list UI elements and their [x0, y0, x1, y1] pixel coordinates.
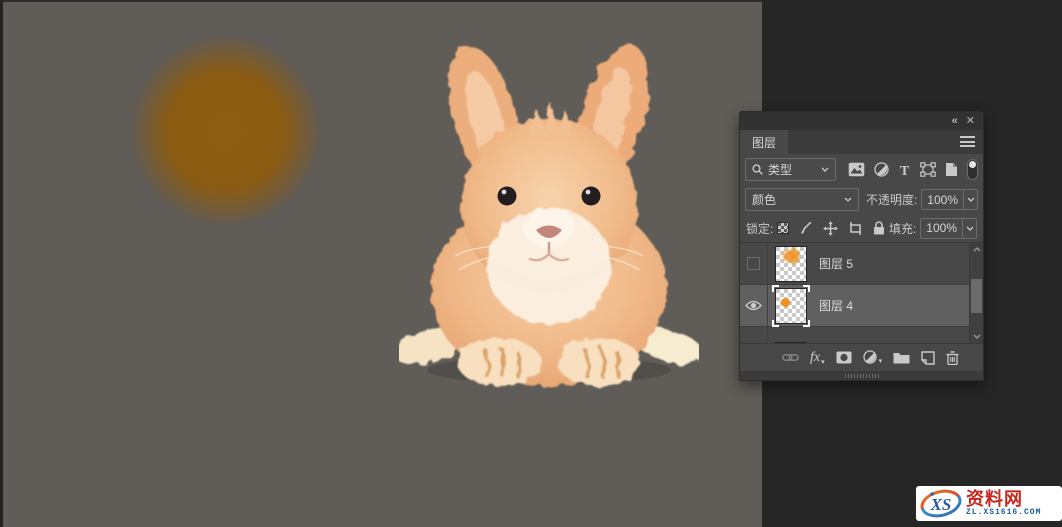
link-layers-icon[interactable]	[782, 353, 799, 362]
filter-toggle-switch[interactable]	[967, 159, 978, 180]
collapse-panel-icon[interactable]: «	[952, 116, 956, 127]
layers-scrollbar[interactable]	[969, 243, 983, 343]
opacity-field[interactable]: 100%	[921, 189, 978, 210]
opacity-value[interactable]: 100%	[922, 193, 963, 207]
new-layer-icon[interactable]	[921, 351, 935, 365]
lock-artboard-icon[interactable]	[848, 222, 863, 235]
delete-layer-trash-icon[interactable]	[946, 351, 959, 365]
panel-body: 类型 T	[740, 154, 983, 380]
new-group-folder-icon[interactable]	[893, 351, 910, 364]
layers-list: 图层 5 图层 4	[740, 242, 983, 343]
new-adjustment-layer-icon[interactable]: ▾	[863, 350, 883, 365]
filter-adjustment-layers-icon[interactable]	[874, 162, 889, 177]
filter-pixel-layers-icon[interactable]	[848, 162, 865, 177]
rabbit-image	[399, 18, 699, 390]
document-canvas[interactable]	[3, 2, 762, 527]
filter-type-layers-icon[interactable]: T	[898, 163, 911, 177]
tab-layers[interactable]: 图层	[740, 130, 788, 154]
layer-thumbnail[interactable]	[775, 246, 807, 282]
layer-name: 图层 5	[819, 255, 853, 272]
layer-thumbnail[interactable]	[775, 342, 807, 344]
lock-label: 锁定:	[746, 220, 773, 237]
blend-mode-dropdown[interactable]: 颜色	[745, 188, 859, 211]
panel-tab-strip: 图层	[740, 130, 983, 154]
visibility-off-box	[747, 257, 760, 270]
blend-row: 颜色 不透明度: 100%	[740, 185, 983, 214]
fill-label: 填充:	[889, 220, 916, 237]
layer-row-4-selected[interactable]: 图层 4	[740, 285, 969, 327]
visibility-toggle[interactable]	[740, 327, 768, 343]
window-top-edge	[0, 0, 762, 2]
chevron-down-icon	[821, 167, 829, 172]
layers-panel: « ✕ 图层 类型	[739, 111, 984, 381]
fill-field[interactable]: 100%	[920, 218, 977, 239]
orange-gradient-spot	[130, 35, 322, 227]
search-icon	[752, 164, 763, 175]
eye-icon	[745, 300, 762, 311]
layer-row-5[interactable]: 图层 5	[740, 243, 969, 285]
blend-mode-value: 颜色	[752, 191, 776, 208]
scroll-up-icon[interactable]	[970, 243, 983, 256]
watermark-xs-logo: XS	[919, 488, 963, 519]
lock-row: 锁定:	[740, 214, 983, 242]
lock-transparent-pixels-icon[interactable]	[777, 222, 789, 234]
photoshop-workspace: « ✕ 图层 类型	[0, 0, 1062, 527]
add-layer-mask-icon[interactable]	[836, 351, 852, 364]
layer-thumbnail[interactable]	[775, 288, 807, 324]
panel-menu-icon[interactable]	[960, 136, 975, 147]
lock-image-pixels-brush-icon[interactable]	[799, 221, 813, 235]
filter-type-dropdown[interactable]: 类型	[745, 158, 836, 181]
filter-shape-layers-icon[interactable]	[920, 162, 936, 177]
panel-bottom-toolbar: fx▾ ▾	[740, 343, 983, 371]
visibility-toggle[interactable]	[740, 243, 768, 284]
watermark-site-name: 资料网	[966, 490, 1023, 508]
chevron-down-icon	[844, 197, 852, 202]
opacity-dropdown-icon[interactable]	[963, 190, 977, 209]
tab-layers-label: 图层	[752, 134, 776, 151]
fill-value[interactable]: 100%	[921, 221, 962, 235]
close-panel-icon[interactable]: ✕	[966, 116, 975, 127]
lock-all-padlock-icon[interactable]	[873, 221, 885, 235]
lock-position-move-icon[interactable]	[823, 221, 838, 236]
watermark-site-url: ZL.XS1616.COM	[966, 509, 1041, 517]
opacity-label: 不透明度:	[866, 191, 917, 208]
watermark: XS 资料网 ZL.XS1616.COM	[916, 486, 1062, 521]
layer-row-partial[interactable]	[740, 327, 969, 343]
panel-titlebar: « ✕	[740, 112, 983, 130]
filter-row: 类型 T	[740, 154, 983, 185]
scrollbar-thumb[interactable]	[971, 279, 982, 313]
filter-type-value: 类型	[768, 161, 792, 178]
svg-text:T: T	[900, 164, 910, 177]
layer-styles-fx-icon[interactable]: fx▾	[810, 350, 825, 366]
filter-smart-objects-icon[interactable]	[945, 162, 958, 177]
layer-name: 图层 4	[819, 297, 853, 314]
window-left-edge	[0, 0, 3, 527]
scroll-down-icon[interactable]	[970, 330, 983, 343]
panel-resize-grip[interactable]	[740, 371, 983, 380]
svg-text:XS: XS	[930, 495, 952, 514]
visibility-toggle[interactable]	[740, 285, 768, 326]
fill-dropdown-icon[interactable]	[962, 219, 976, 238]
